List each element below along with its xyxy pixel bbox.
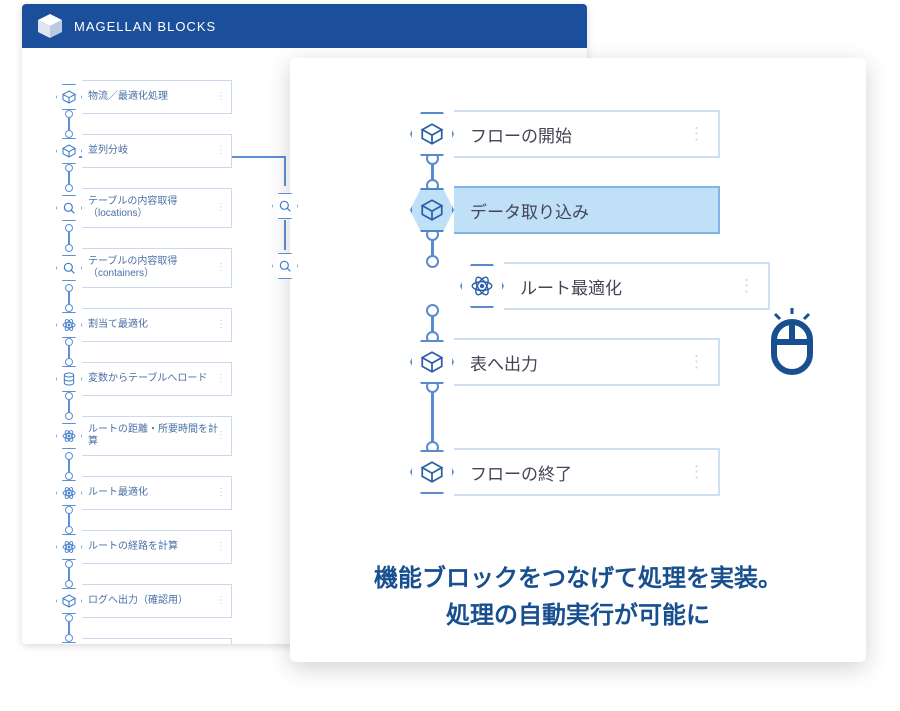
flow-node[interactable]: ログへ出力（確認用） ⋮ [56,584,232,618]
flow-node[interactable]: ルートの経路を計算 ⋮ [56,530,232,564]
node-label: フローの開始 [470,122,572,147]
atom-icon [56,423,82,449]
node-label: データ取り込み [470,198,589,223]
flow-node[interactable]: テーブルの内容取得（locations）⋮ [56,188,232,228]
flow-node-output[interactable]: 表へ出力 ⋮ [410,338,720,386]
menu-icon[interactable]: ⋮ [688,352,704,372]
flow-node[interactable]: 物流／最適化処理 ⋮ [56,80,232,114]
flow-node-end[interactable]: フローの終了 ⋮ [410,448,720,496]
app-header: MAGELLAN BLOCKS [22,4,587,48]
flow-node[interactable]: フローの終了⋮ [56,638,232,644]
app-name: MAGELLAN BLOCKS [74,19,216,34]
flow-node[interactable]: ルートの距離・所要時間を計算⋮ [56,416,232,456]
flow-node[interactable]: 並列分岐 ⋮ [56,134,232,168]
caption-line-2: 処理の自動実行が可能に [290,597,866,634]
atom-icon [56,534,82,560]
menu-icon[interactable]: ⋮ [216,541,225,553]
flow-node[interactable]: ルート最適化 ⋮ [56,476,232,510]
node-label: ルートの距離・所要時間を計算 [88,424,223,448]
db-icon [56,366,82,392]
cube-icon [410,340,454,384]
flow-node[interactable]: 割当て最適化 ⋮ [56,308,232,342]
node-label: フローの終了 [470,460,572,485]
cube-icon [410,450,454,494]
menu-icon[interactable]: ⋮ [216,262,225,274]
node-label: 変数からテーブルへロード [88,373,207,385]
menu-icon[interactable]: ⋮ [216,145,225,157]
node-label: テーブルの内容取得（containers） [88,256,223,280]
mouse-icon [760,308,824,378]
menu-icon[interactable]: ⋮ [216,487,225,499]
menu-icon[interactable]: ⋮ [216,91,225,103]
atom-icon [56,312,82,338]
flow-node-start[interactable]: フローの開始 ⋮ [410,110,720,158]
node-label: ログへ出力（確認用） [88,595,188,607]
search-icon [56,195,82,221]
caption: 機能ブロックをつなげて処理を実装。 処理の自動実行が可能に [290,560,866,634]
node-label: ルートの経路を計算 [88,541,178,553]
cube-icon [56,138,82,164]
front-card: フローの開始 ⋮ データ取り込み ⋮ ルート最適化 ⋮ 表へ出力 ⋮ フローの終了 ⋮ 機… [290,58,866,662]
cube-icon [410,112,454,156]
cube-icon [56,642,82,644]
cube-icon [410,188,454,232]
menu-icon[interactable]: ⋮ [216,595,225,607]
node-label: ルート最適化 [88,487,148,499]
menu-icon[interactable]: ⋮ [688,462,704,482]
menu-icon[interactable]: ⋮ [738,276,754,296]
menu-icon[interactable]: ⋮ [216,319,225,331]
flow-node-ingest[interactable]: データ取り込み ⋮ [410,186,720,234]
node-label: テーブルの内容取得（locations） [88,196,223,220]
atom-icon [56,480,82,506]
menu-icon[interactable]: ⋮ [688,124,704,144]
cube-icon [56,84,82,110]
menu-icon[interactable]: ⋮ [216,202,225,214]
logo-icon [36,12,64,40]
flow-node[interactable]: テーブルの内容取得（containers）⋮ [56,248,232,288]
flow-node[interactable]: 変数からテーブルへロード ⋮ [56,362,232,396]
node-label: 物流／最適化処理 [88,91,168,103]
cube-icon [56,588,82,614]
node-label: ルート最適化 [520,274,622,299]
menu-icon[interactable]: ⋮ [216,430,225,442]
node-label: 割当て最適化 [88,319,148,331]
atom-icon [460,264,504,308]
flow-node-optimize[interactable]: ルート最適化 ⋮ [460,262,770,310]
menu-icon[interactable]: ⋮ [216,373,225,385]
caption-line-1: 機能ブロックをつなげて処理を実装。 [290,560,866,597]
node-label: 並列分岐 [88,145,128,157]
menu-icon[interactable]: ⋮ [688,200,704,220]
node-label: 表へ出力 [470,350,538,375]
search-icon [56,255,82,281]
